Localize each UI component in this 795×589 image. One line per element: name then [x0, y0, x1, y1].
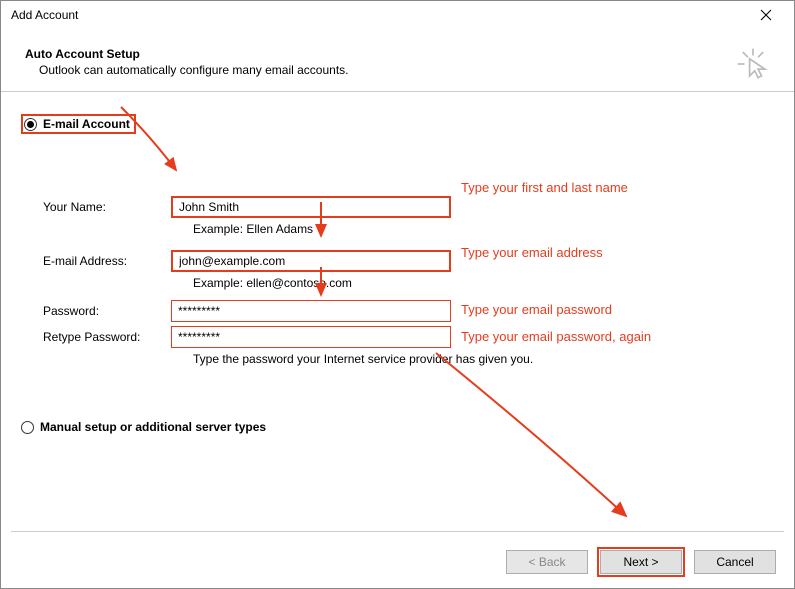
annotation-arrow-icon [431, 348, 651, 528]
radio-manual-setup[interactable]: Manual setup or additional server types [21, 420, 774, 434]
radio-icon [21, 421, 34, 434]
radio-manual-label: Manual setup or additional server types [40, 420, 266, 434]
titlebar: Add Account [1, 1, 794, 29]
radio-email-account[interactable]: E-mail Account [21, 114, 774, 134]
example-email: Example: ellen@contoso.com [193, 276, 774, 290]
password-note: Type the password your Internet service … [193, 352, 774, 366]
row-retype: Retype Password: [43, 326, 774, 348]
add-account-dialog: Add Account Auto Account Setup Outlook c… [0, 0, 795, 589]
radio-icon [24, 118, 37, 131]
annotation-password: Type your email password [461, 302, 612, 317]
row-your-name: Your Name: [43, 196, 774, 218]
retype-password-input[interactable] [171, 326, 451, 348]
window-title: Add Account [11, 8, 78, 22]
button-bar: < Back Next > Cancel [506, 550, 776, 574]
back-button: < Back [506, 550, 588, 574]
label-retype: Retype Password: [43, 330, 171, 344]
label-password: Password: [43, 304, 171, 318]
email-input[interactable] [171, 250, 451, 272]
header-text: Auto Account Setup Outlook can automatic… [25, 47, 349, 77]
header: Auto Account Setup Outlook can automatic… [1, 29, 794, 91]
row-password: Password: [43, 300, 774, 322]
row-email: E-mail Address: [43, 250, 774, 272]
your-name-input[interactable] [171, 196, 451, 218]
close-icon [760, 9, 772, 21]
label-your-name: Your Name: [43, 200, 171, 214]
annotation-email: Type your email address [461, 245, 603, 260]
header-subheading: Outlook can automatically configure many… [25, 63, 349, 77]
close-button[interactable] [746, 3, 786, 27]
annotation-retype: Type your email password, again [461, 329, 651, 344]
example-your-name: Example: Ellen Adams [193, 222, 774, 236]
annotation-name: Type your first and last name [461, 180, 628, 195]
cancel-button[interactable]: Cancel [694, 550, 776, 574]
next-button[interactable]: Next > [600, 550, 682, 574]
radio-email-label: E-mail Account [43, 117, 130, 131]
header-heading: Auto Account Setup [25, 47, 349, 61]
label-email: E-mail Address: [43, 254, 171, 268]
password-input[interactable] [171, 300, 451, 322]
button-divider [11, 531, 784, 532]
cursor-icon [736, 47, 770, 81]
